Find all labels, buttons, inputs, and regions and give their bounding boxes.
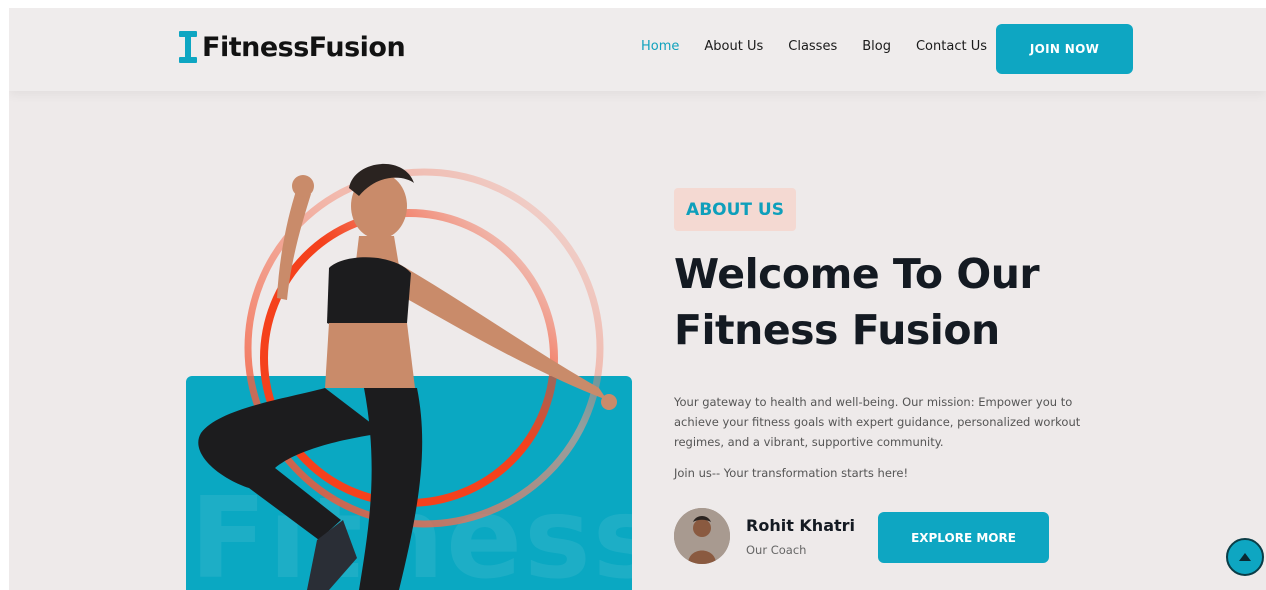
explore-more-button[interactable]: EXPLORE MORE xyxy=(878,512,1049,563)
hero-cta-line: Join us-- Your transformation starts her… xyxy=(674,466,909,480)
nav-about-us[interactable]: About Us xyxy=(704,39,763,54)
logo[interactable]: FitnessFusion xyxy=(177,30,406,64)
coach-role: Our Coach xyxy=(746,542,807,557)
nav-classes[interactable]: Classes xyxy=(788,39,837,54)
dumbbell-icon xyxy=(179,31,197,63)
coach-info: Rohit Khatri Our Coach xyxy=(746,516,855,557)
coach-card: Rohit Khatri Our Coach xyxy=(674,508,855,564)
nav-blog[interactable]: Blog xyxy=(862,39,891,54)
headline-line-2: Fitness Fusion xyxy=(674,306,1000,354)
avatar xyxy=(674,508,730,564)
coach-name: Rohit Khatri xyxy=(746,515,856,535)
hero-description: Your gateway to health and well-being. O… xyxy=(674,395,1081,449)
scroll-to-top-button[interactable] xyxy=(1226,538,1264,576)
logo-text: FitnessFusion xyxy=(202,31,406,63)
hero-illustration xyxy=(198,163,617,590)
site-header: FitnessFusion Home About Us Classes Blog… xyxy=(9,8,1266,91)
page: FitnessFusion Home About Us Classes Blog… xyxy=(9,8,1266,590)
arrow-up-icon xyxy=(1239,553,1251,561)
coach-avatar-image xyxy=(674,508,730,564)
page-title: Welcome To Our Fitness Fusion xyxy=(674,246,1194,358)
join-now-button[interactable]: JOIN NOW xyxy=(996,24,1133,74)
nav-home[interactable]: Home xyxy=(641,39,679,54)
headline-line-1: Welcome To Our xyxy=(674,250,1040,298)
main-nav: Home About Us Classes Blog Contact Us xyxy=(641,39,1012,54)
nav-contact-us[interactable]: Contact Us xyxy=(916,39,987,54)
about-us-tag: ABOUT US xyxy=(674,188,796,231)
